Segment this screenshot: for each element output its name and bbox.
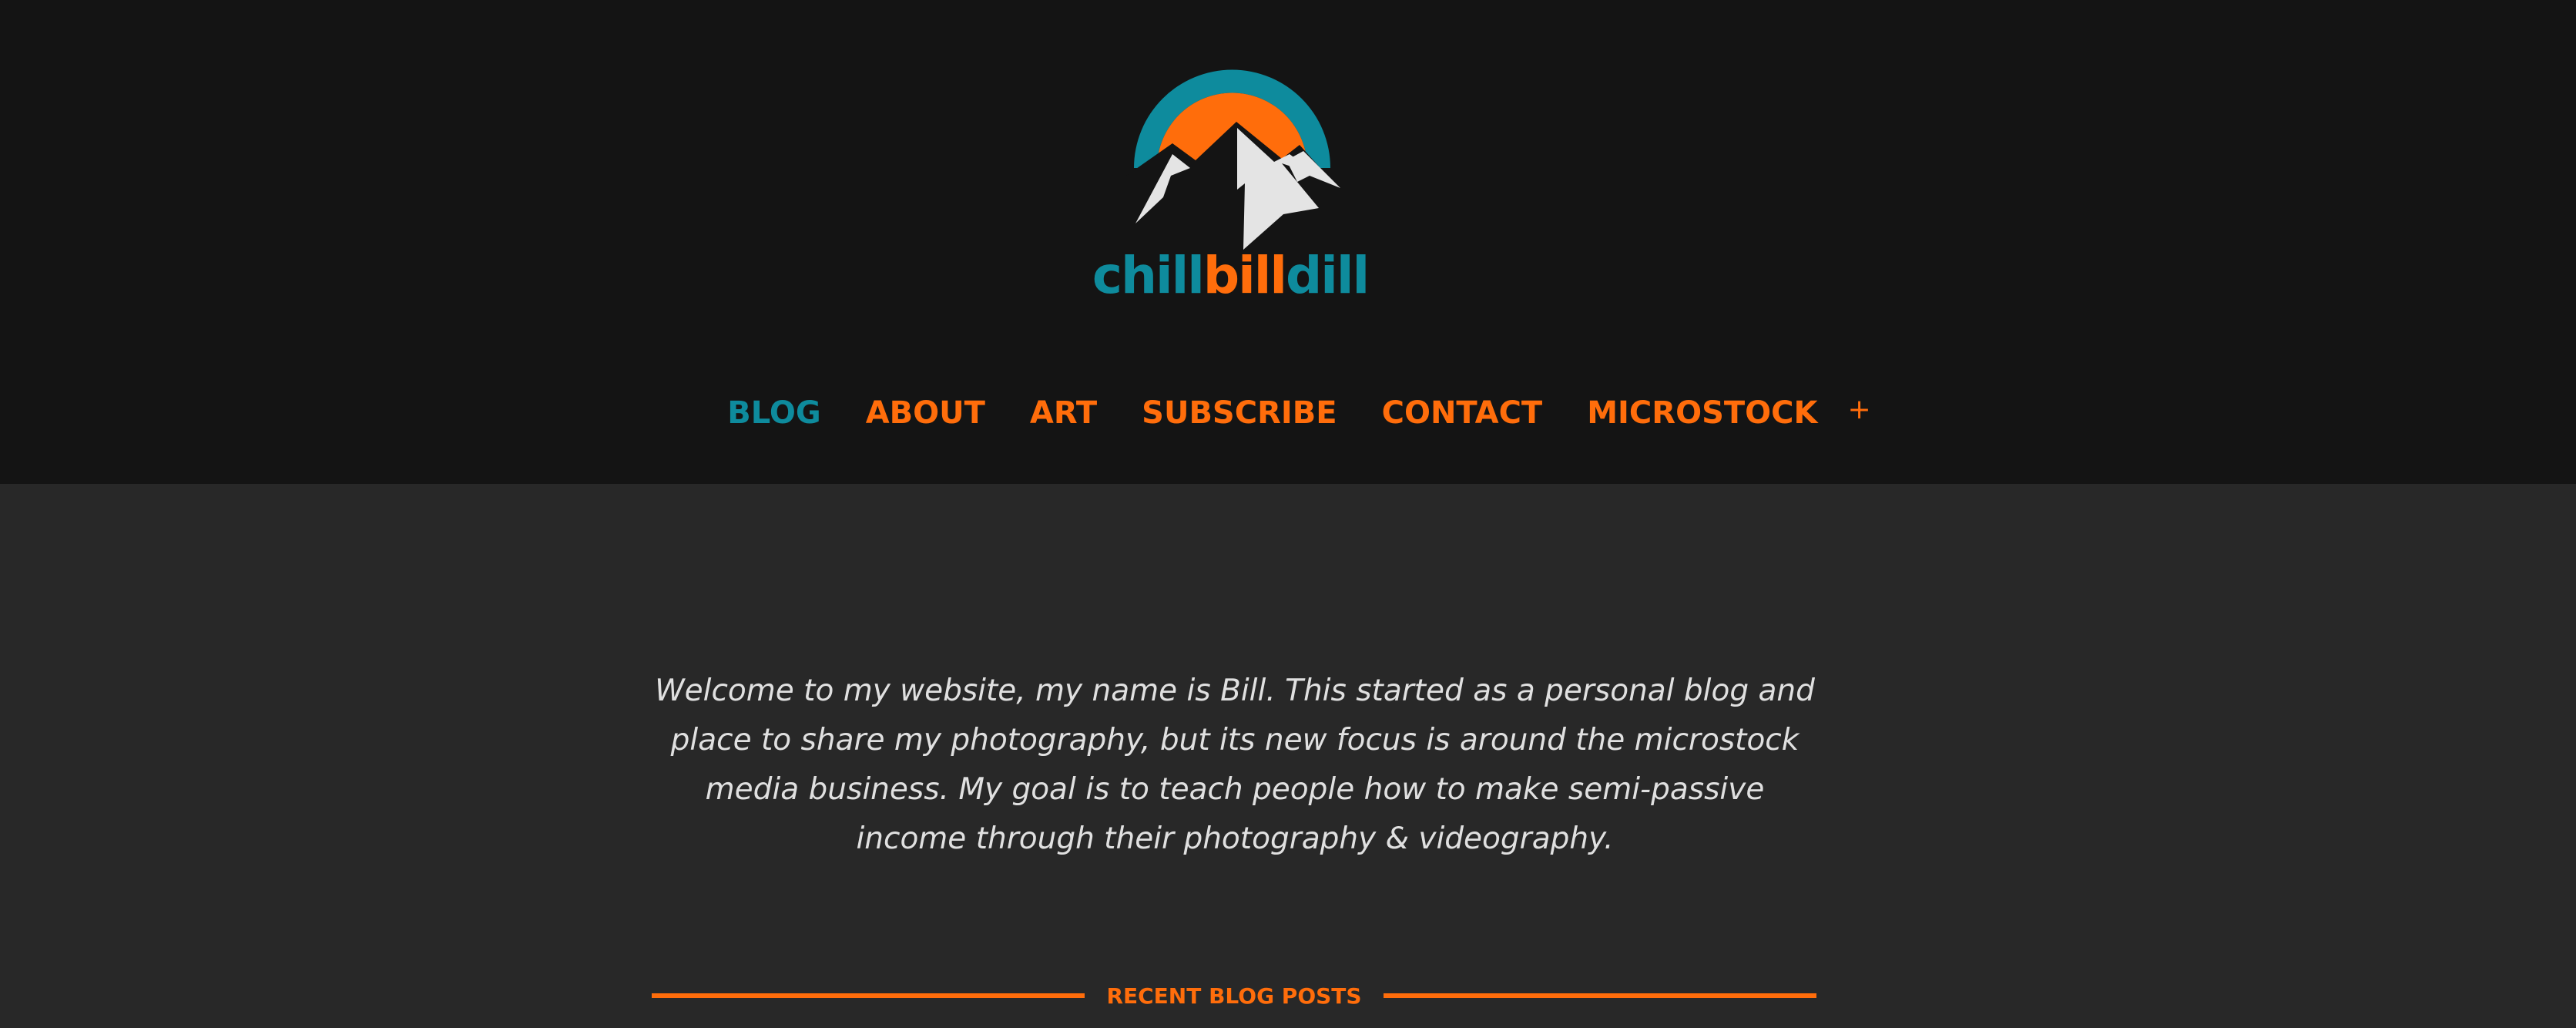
logo-word-dill: dill bbox=[1285, 246, 1370, 305]
nav-item-contact[interactable]: CONTACT bbox=[1382, 395, 1543, 431]
nav-expand-plus-icon[interactable]: + bbox=[1848, 394, 1871, 425]
heading-divider-right bbox=[1383, 993, 1816, 998]
nav-item-microstock[interactable]: MICROSTOCK bbox=[1587, 395, 1817, 431]
nav-item-art[interactable]: ART bbox=[1030, 395, 1097, 431]
mountain-logo-icon bbox=[1126, 69, 1340, 250]
site-header: chillbilldill BLOG ABOUT ART SUBSCRIBE C… bbox=[0, 0, 2576, 484]
heading-divider-left bbox=[652, 993, 1085, 998]
recent-posts-label: RECENT BLOG POSTS bbox=[1106, 983, 1362, 1009]
nav-item-about[interactable]: ABOUT bbox=[866, 395, 985, 431]
logo-word-bill: bill bbox=[1202, 246, 1287, 305]
logo-wordmark: chillbilldill bbox=[1080, 245, 1380, 307]
nav-item-blog[interactable]: BLOG bbox=[727, 395, 820, 431]
nav-item-subscribe[interactable]: SUBSCRIBE bbox=[1142, 395, 1337, 431]
intro-text: Welcome to my website, my name is Bill. … bbox=[655, 674, 1815, 856]
main-nav: BLOG ABOUT ART SUBSCRIBE CONTACT MICROST… bbox=[0, 385, 2576, 441]
recent-posts-heading: RECENT BLOG POSTS bbox=[652, 977, 1816, 1014]
logo-word-chill: chill bbox=[1092, 246, 1205, 305]
site-logo[interactable]: chillbilldill bbox=[1080, 60, 1380, 307]
